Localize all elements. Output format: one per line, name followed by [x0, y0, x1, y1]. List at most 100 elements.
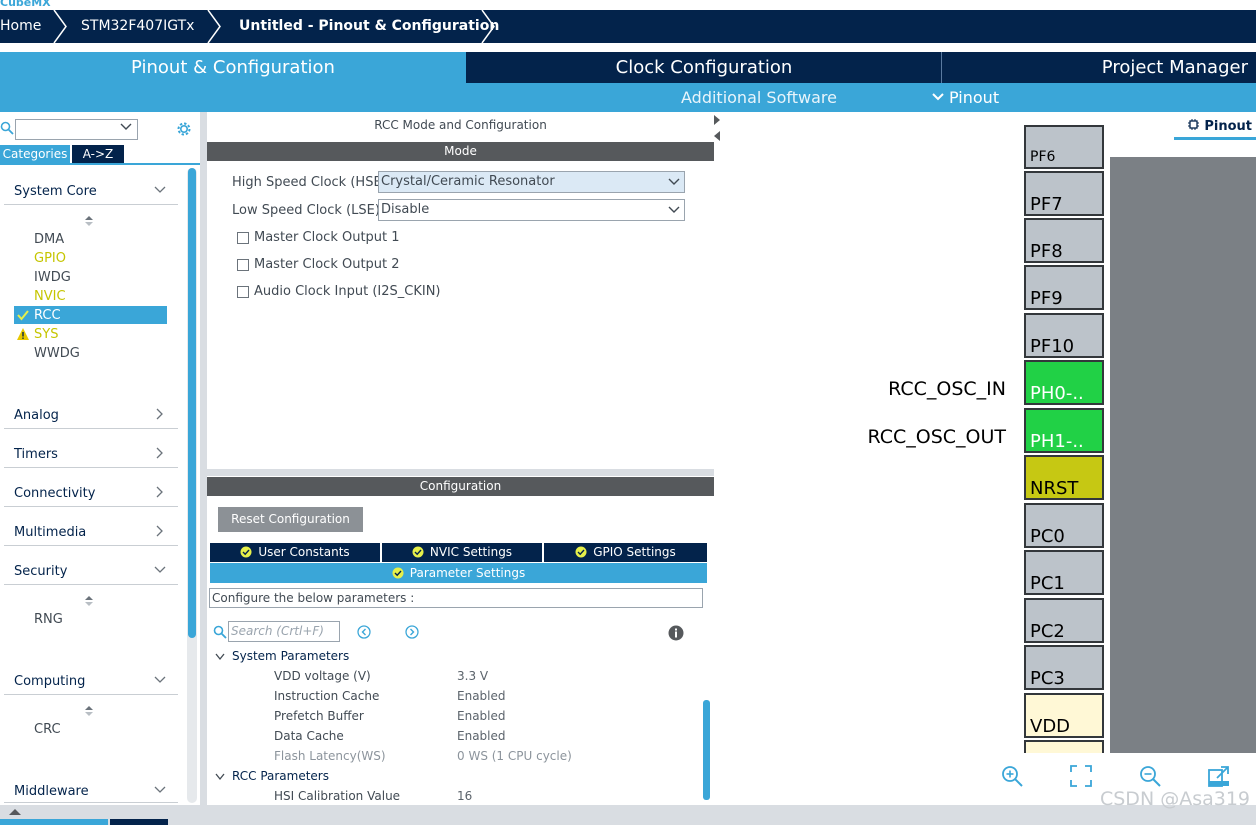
- tab-parameter-settings-label: Parameter Settings: [409, 566, 526, 580]
- hse-value: Crystal/Ceramic Resonator: [381, 174, 555, 189]
- tab-project-manager[interactable]: Project Manager: [942, 52, 1256, 83]
- item-crc[interactable]: CRC: [34, 722, 61, 737]
- param-vdd-voltage-value[interactable]: 3.3 V: [457, 669, 488, 683]
- chevron-down-icon[interactable]: [153, 783, 167, 797]
- param-instruction-cache-value[interactable]: Enabled: [457, 689, 506, 703]
- additional-software-button[interactable]: Additional Software: [681, 83, 837, 112]
- system-parameters-group[interactable]: System Parameters: [232, 649, 349, 663]
- chevron-right-icon[interactable]: [153, 407, 167, 421]
- sort-arrows-icon[interactable]: [84, 215, 94, 227]
- group-computing[interactable]: Computing: [14, 674, 85, 689]
- rcc-parameters-group[interactable]: RCC Parameters: [232, 769, 329, 783]
- zoom-out-icon[interactable]: [1138, 764, 1162, 788]
- chevron-down-icon[interactable]: [153, 563, 167, 577]
- pin-vdd[interactable]: VDD: [1024, 693, 1104, 738]
- info-icon[interactable]: [668, 625, 684, 641]
- parameter-scrollbar[interactable]: [703, 700, 710, 800]
- mco2-checkbox[interactable]: [237, 259, 249, 271]
- param-data-cache-value[interactable]: Enabled: [457, 729, 506, 743]
- item-rng[interactable]: RNG: [34, 612, 63, 627]
- collapse-handle-icon[interactable]: [713, 114, 721, 144]
- chevron-right-icon[interactable]: [153, 524, 167, 538]
- chevron-down-icon[interactable]: [153, 183, 167, 197]
- tab-parameter-settings[interactable]: Parameter Settings: [210, 563, 707, 583]
- item-dma[interactable]: DMA: [34, 232, 64, 247]
- pin-pf8[interactable]: PF8: [1024, 218, 1104, 263]
- hse-select[interactable]: Crystal/Ceramic Resonator: [378, 171, 685, 193]
- pin-label-rcc-osc-out: RCC_OSC_OUT: [867, 426, 1006, 448]
- chevron-down-icon[interactable]: [153, 673, 167, 687]
- fit-screen-icon[interactable]: [1069, 764, 1093, 788]
- pin-pc1[interactable]: PC1: [1024, 550, 1104, 595]
- sort-arrows-icon[interactable]: [84, 705, 94, 717]
- group-security[interactable]: Security: [14, 564, 67, 579]
- item-wwdg[interactable]: WWDG: [34, 346, 80, 361]
- previous-icon[interactable]: [357, 625, 371, 639]
- lse-select[interactable]: Disable: [378, 199, 685, 221]
- item-gpio[interactable]: GPIO: [34, 251, 66, 266]
- group-divider: [4, 506, 178, 507]
- bottom-tab-mcu-selection[interactable]: [0, 819, 108, 825]
- group-multimedia[interactable]: Multimedia: [14, 525, 86, 540]
- mco1-checkbox[interactable]: [237, 232, 249, 244]
- pin-pf6[interactable]: PF6: [1024, 125, 1104, 169]
- item-sys[interactable]: SYS: [34, 327, 58, 342]
- chevron-right-icon[interactable]: [153, 446, 167, 460]
- item-rcc[interactable]: RCC: [34, 308, 61, 323]
- group-analog[interactable]: Analog: [14, 408, 59, 423]
- expand-caret-icon[interactable]: [215, 773, 225, 781]
- pin-ph0[interactable]: PH0-..: [1024, 360, 1104, 405]
- breadcrumb-project[interactable]: Untitled - Pinout & Configuration: [239, 10, 499, 43]
- bottom-tab-output[interactable]: [110, 819, 168, 825]
- pin-pc2[interactable]: PC2: [1024, 598, 1104, 643]
- pin-nrst[interactable]: NRST: [1024, 455, 1104, 500]
- param-hsi-calibration-name[interactable]: HSI Calibration Value: [274, 789, 400, 803]
- next-icon[interactable]: [405, 625, 419, 639]
- audio-clock-checkbox[interactable]: [237, 286, 249, 298]
- item-iwdg[interactable]: IWDG: [34, 270, 71, 285]
- category-scrollbar[interactable]: [188, 168, 196, 638]
- gear-icon[interactable]: [175, 120, 193, 138]
- param-prefetch-buffer-name[interactable]: Prefetch Buffer: [274, 709, 364, 723]
- pinout-view-tab[interactable]: Pinout: [1187, 118, 1252, 134]
- pin-pf10[interactable]: PF10: [1024, 313, 1104, 358]
- group-divider: [4, 467, 178, 468]
- pin-pc3[interactable]: PC3: [1024, 645, 1104, 690]
- sort-arrows-icon[interactable]: [84, 595, 94, 607]
- tab-pinout-configuration[interactable]: Pinout & Configuration: [0, 52, 466, 83]
- param-vdd-voltage-name[interactable]: VDD voltage (V): [274, 669, 371, 683]
- pinout-menu-label: Pinout: [949, 88, 1000, 107]
- chevron-right-icon[interactable]: [153, 485, 167, 499]
- tab-a-z[interactable]: A->Z: [72, 145, 124, 164]
- param-prefetch-buffer-value[interactable]: Enabled: [457, 709, 506, 723]
- chevron-down-icon[interactable]: [120, 122, 132, 132]
- item-nvic[interactable]: NVIC: [34, 289, 66, 304]
- mco2-label: Master Clock Output 2: [254, 257, 400, 272]
- tab-nvic-settings[interactable]: NVIC Settings: [382, 543, 542, 562]
- tab-categories[interactable]: Categories: [0, 145, 70, 164]
- reset-configuration-button[interactable]: Reset Configuration: [218, 507, 363, 532]
- panel-splitter[interactable]: [200, 112, 207, 805]
- tab-user-constants[interactable]: User Constants: [210, 543, 380, 562]
- pin-ph1[interactable]: PH1-..: [1024, 408, 1104, 453]
- expand-caret-icon[interactable]: [215, 653, 225, 661]
- group-system-core[interactable]: System Core: [14, 184, 97, 199]
- pin-pc0[interactable]: PC0: [1024, 503, 1104, 548]
- group-connectivity[interactable]: Connectivity: [14, 486, 95, 501]
- breadcrumb-chip[interactable]: STM32F407IGTx: [81, 10, 194, 43]
- parameter-search-input[interactable]: Search (Crtl+F): [228, 621, 340, 642]
- tab-gpio-settings[interactable]: GPIO Settings: [544, 543, 707, 562]
- collapse-arrow-icon[interactable]: [8, 808, 22, 816]
- group-timers[interactable]: Timers: [14, 447, 58, 462]
- zoom-in-icon[interactable]: [1000, 764, 1024, 788]
- export-image-icon[interactable]: [1207, 764, 1231, 788]
- group-middleware[interactable]: Middleware: [14, 784, 89, 799]
- param-hsi-calibration-value[interactable]: 16: [457, 789, 472, 803]
- param-data-cache-name[interactable]: Data Cache: [274, 729, 344, 743]
- pin-pf9[interactable]: PF9: [1024, 265, 1104, 310]
- pin-pf7[interactable]: PF7: [1024, 171, 1104, 216]
- tab-clock-configuration[interactable]: Clock Configuration: [467, 52, 941, 83]
- param-instruction-cache-name[interactable]: Instruction Cache: [274, 689, 379, 703]
- pinout-menu-button[interactable]: Pinout: [931, 83, 999, 112]
- breadcrumb-home[interactable]: Home: [0, 10, 41, 43]
